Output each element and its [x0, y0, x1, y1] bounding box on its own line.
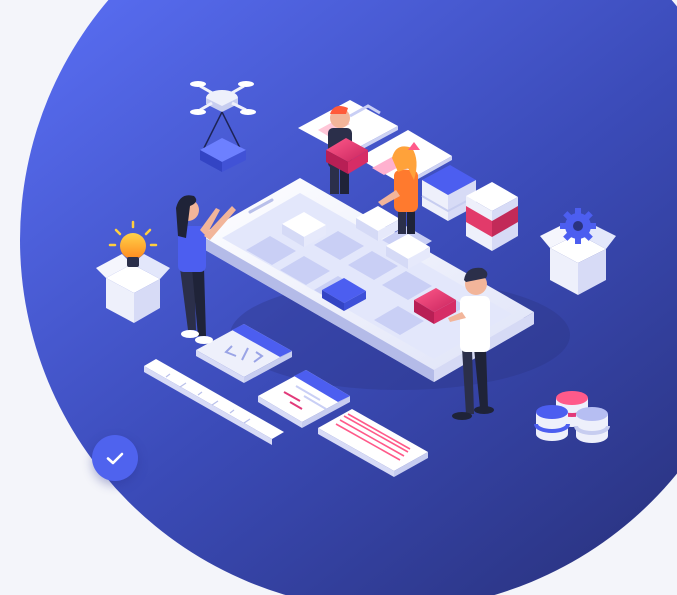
check-badge[interactable] [92, 435, 138, 481]
check-icon [106, 452, 124, 465]
isometric-app-development-illustration [20, 0, 677, 595]
gear-icon [560, 208, 596, 244]
